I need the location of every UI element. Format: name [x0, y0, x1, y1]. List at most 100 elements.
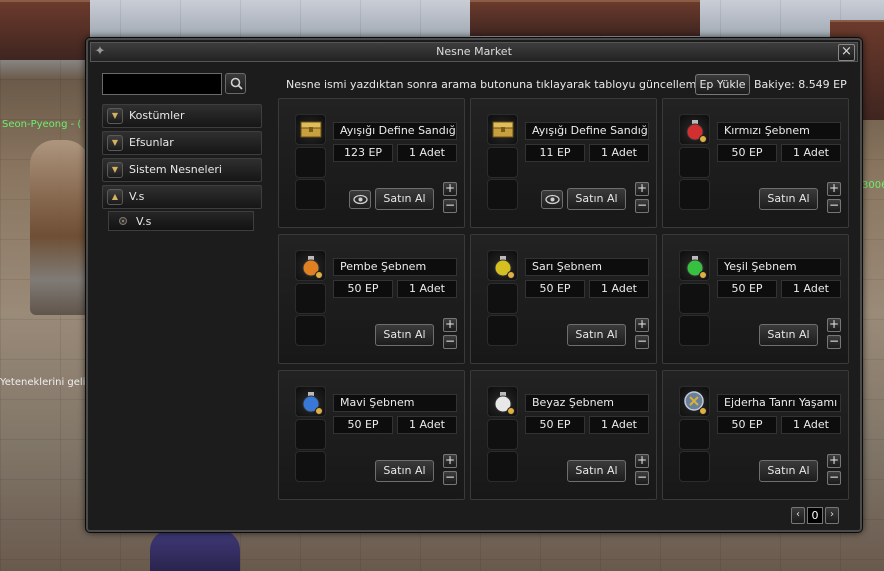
item-icon-slot[interactable]	[295, 114, 326, 145]
category-bonuses[interactable]: ▼ Efsunlar	[102, 131, 262, 155]
item-name: Ejderha Tanrı Yaşamı	[717, 394, 841, 412]
quantity-increase-button[interactable]: +	[443, 182, 457, 196]
item-name: Sarı Şebnem	[525, 258, 649, 276]
item-card: Pembe Şebnem 50 EP 1 Adet Satın Al + −	[278, 234, 465, 364]
player-character	[150, 530, 240, 571]
npc-dialog-label: Yeteneklerini geliş	[0, 377, 91, 388]
item-price: 50 EP	[717, 416, 777, 434]
quantity-increase-button[interactable]: +	[827, 454, 841, 468]
item-name: Pembe Şebnem	[333, 258, 457, 276]
item-card: Ayışığı Define Sandığı 123 EP 1 Adet Sat…	[278, 98, 465, 228]
item-icon-slot[interactable]	[487, 114, 518, 145]
item-icon-slot[interactable]	[679, 386, 710, 417]
quantity-decrease-button[interactable]: −	[827, 471, 841, 485]
buy-button[interactable]: Satın Al	[567, 460, 626, 482]
prev-page-button[interactable]: ‹	[791, 507, 805, 524]
quantity-decrease-button[interactable]: −	[443, 199, 457, 213]
category-system-items[interactable]: ▼ Sistem Nesneleri	[102, 158, 262, 182]
window-titlebar[interactable]: ✦ Nesne Market ×	[90, 42, 858, 62]
item-icon-slot[interactable]	[295, 250, 326, 281]
item-name: Yeşil Şebnem	[717, 258, 841, 276]
search-button[interactable]	[225, 73, 246, 94]
item-card: Yeşil Şebnem 50 EP 1 Adet Satın Al + −	[662, 234, 849, 364]
item-extra-slot	[295, 419, 326, 450]
item-extra-slot	[295, 315, 326, 346]
quantity-increase-button[interactable]: +	[827, 318, 841, 332]
quantity-increase-button[interactable]: +	[635, 318, 649, 332]
quantity-increase-button[interactable]: +	[443, 318, 457, 332]
item-extra-slot	[679, 419, 710, 450]
category-label: Efsunlar	[129, 136, 174, 149]
buy-button[interactable]: Satın Al	[759, 460, 818, 482]
item-quantity: 1 Adet	[781, 416, 841, 434]
item-name: Ayışığı Define Sandığı	[333, 122, 457, 140]
radio-selected-icon	[119, 217, 127, 225]
red-potion-icon	[686, 120, 707, 143]
close-button[interactable]: ×	[838, 44, 855, 61]
item-extra-slot	[679, 147, 710, 178]
buy-button[interactable]: Satın Al	[567, 324, 626, 346]
item-quantity: 1 Adet	[397, 416, 457, 434]
quantity-decrease-button[interactable]: −	[635, 471, 649, 485]
balance-text: Bakiye: 8.549 EP	[754, 78, 847, 91]
quantity-decrease-button[interactable]: −	[827, 335, 841, 349]
buy-button[interactable]: Satın Al	[567, 188, 626, 210]
quantity-decrease-button[interactable]: −	[443, 471, 457, 485]
quantity-decrease-button[interactable]: −	[635, 335, 649, 349]
item-icon-slot[interactable]	[679, 250, 710, 281]
category-costumes[interactable]: ▼ Kostümler	[102, 104, 262, 128]
search-input[interactable]	[102, 73, 222, 95]
subcategory-misc[interactable]: V.s	[108, 211, 254, 231]
item-name: Kırmızı Şebnem	[717, 122, 841, 140]
item-quantity: 1 Adet	[589, 416, 649, 434]
subcategory-label: V.s	[136, 215, 152, 228]
item-price: 50 EP	[333, 280, 393, 298]
item-extra-slot	[487, 451, 518, 482]
quantity-increase-button[interactable]: +	[827, 182, 841, 196]
item-card: Kırmızı Şebnem 50 EP 1 Adet Satın Al + −	[662, 98, 849, 228]
quantity-decrease-button[interactable]: −	[443, 335, 457, 349]
item-name: Ayışığı Define Sandığı	[525, 122, 649, 140]
quantity-increase-button[interactable]: +	[443, 454, 457, 468]
orange-potion-icon	[302, 256, 323, 279]
expand-arrow-icon: ▼	[107, 108, 123, 124]
item-card: Beyaz Şebnem 50 EP 1 Adet Satın Al + −	[470, 370, 657, 500]
item-price: 123 EP	[333, 144, 393, 162]
buy-button[interactable]: Satın Al	[375, 460, 434, 482]
quantity-decrease-button[interactable]: −	[635, 199, 649, 213]
expand-arrow-icon: ▼	[107, 135, 123, 151]
ep-load-button[interactable]: Ep Yükle	[695, 74, 750, 95]
preview-button[interactable]	[349, 190, 371, 209]
item-extra-slot	[679, 315, 710, 346]
building-center	[470, 0, 700, 36]
buy-button[interactable]: Satın Al	[375, 188, 434, 210]
item-market-window: ✦ Nesne Market × Nesne ismi yazdıktan so…	[86, 38, 862, 532]
item-icon-slot[interactable]	[487, 386, 518, 417]
white-potion-icon	[494, 392, 515, 415]
buy-button[interactable]: Satın Al	[759, 324, 818, 346]
buy-button[interactable]: Satın Al	[759, 188, 818, 210]
item-extra-slot	[487, 283, 518, 314]
item-extra-slot	[295, 451, 326, 482]
item-extra-slot	[679, 283, 710, 314]
item-extra-slot	[679, 179, 710, 210]
item-card: Sarı Şebnem 50 EP 1 Adet Satın Al + −	[470, 234, 657, 364]
item-icon-slot[interactable]	[679, 114, 710, 145]
quantity-decrease-button[interactable]: −	[827, 199, 841, 213]
quantity-increase-button[interactable]: +	[635, 182, 649, 196]
dragon-god-life-icon	[684, 391, 707, 415]
item-price: 50 EP	[333, 416, 393, 434]
next-page-button[interactable]: ›	[825, 507, 839, 524]
npc-character[interactable]	[30, 140, 90, 315]
item-icon-slot[interactable]	[295, 386, 326, 417]
item-extra-slot	[295, 283, 326, 314]
item-quantity: 1 Adet	[589, 280, 649, 298]
item-extra-slot	[679, 451, 710, 482]
category-misc[interactable]: ▲ V.s	[102, 185, 262, 209]
item-icon-slot[interactable]	[487, 250, 518, 281]
preview-button[interactable]	[541, 190, 563, 209]
npc-name-label: Seon-Pyeong - (	[2, 119, 82, 130]
quantity-increase-button[interactable]: +	[635, 454, 649, 468]
green-potion-icon	[686, 256, 707, 279]
buy-button[interactable]: Satın Al	[375, 324, 434, 346]
